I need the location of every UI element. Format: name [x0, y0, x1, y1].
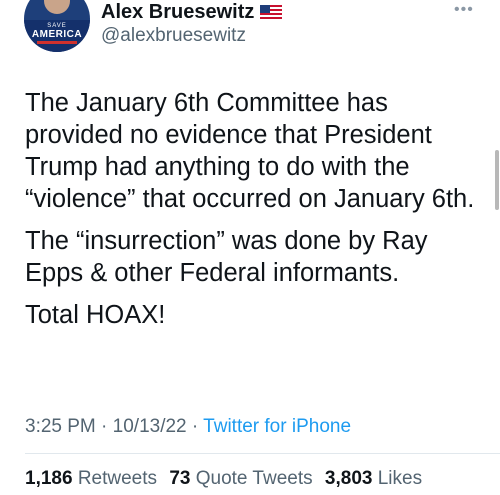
tweet-source-link[interactable]: Twitter for iPhone — [203, 416, 351, 437]
tweet-date[interactable]: 10/13/22 — [113, 416, 187, 437]
retweets-stat[interactable]: 1,186 Retweets — [25, 468, 157, 489]
meta-separator: · — [186, 416, 204, 437]
avatar-banner-stripe — [37, 41, 77, 44]
more-options-icon[interactable]: ••• — [454, 2, 474, 18]
avatar[interactable]: SAVE AMERICA — [24, 0, 90, 52]
quote-tweets-label: Quote Tweets — [195, 468, 313, 489]
quote-tweets-stat[interactable]: 73 Quote Tweets — [169, 468, 312, 489]
author-display-name[interactable]: Alex Bruesewitz — [101, 0, 283, 24]
tweet-paragraph-1: The January 6th Committee has provided n… — [25, 89, 475, 213]
author-handle[interactable]: @alexbruesewitz — [101, 25, 246, 47]
retweets-count: 1,186 — [25, 468, 73, 489]
avatar-face — [44, 0, 70, 14]
meta-separator: · — [95, 416, 113, 437]
scrollbar[interactable] — [494, 0, 500, 495]
tweet-metadata: 3:25 PM · 10/13/22 · Twitter for iPhone — [25, 416, 351, 438]
quote-tweets-count: 73 — [169, 468, 191, 489]
divider — [25, 453, 500, 454]
tweet-paragraph-3: Total HOAX! — [25, 301, 166, 329]
tweet-stats: 1,186 Retweets 73 Quote Tweets 3,803 Lik… — [25, 468, 429, 490]
us-flag-icon — [260, 4, 283, 20]
avatar-banner: SAVE AMERICA — [24, 20, 90, 52]
retweets-label: Retweets — [77, 468, 158, 489]
likes-stat[interactable]: 3,803 Likes — [325, 468, 422, 489]
likes-label: Likes — [377, 468, 423, 489]
avatar-banner-line-2: AMERICA — [31, 29, 83, 40]
tweet-paragraph-2: The “insurrection” was done by Ray Epps … — [25, 227, 428, 287]
scrollbar-thumb[interactable] — [495, 150, 499, 210]
likes-count: 3,803 — [324, 468, 373, 489]
tweet-time[interactable]: 3:25 PM — [25, 416, 96, 437]
tweet-text: The January 6th Committee has provided n… — [25, 87, 480, 341]
display-name-text[interactable]: Alex Bruesewitz — [101, 0, 254, 24]
